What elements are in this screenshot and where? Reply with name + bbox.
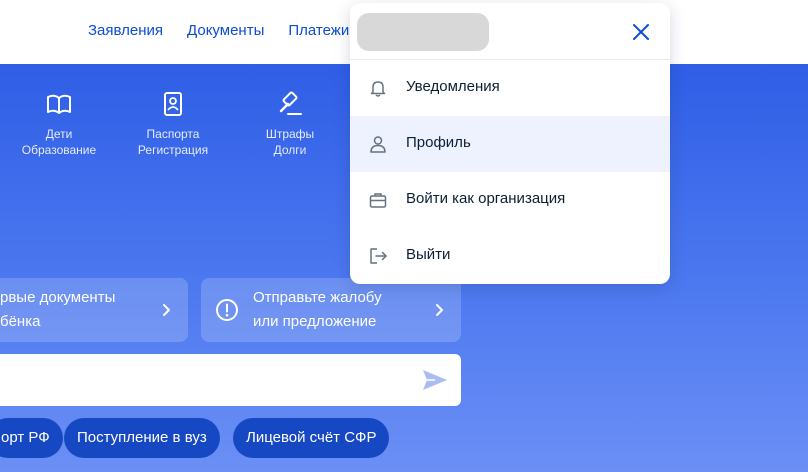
category-line2: Долги (273, 143, 307, 157)
card-text: рвые документы бёнка (0, 286, 115, 334)
menu-item-logout[interactable]: Выйти (350, 228, 670, 284)
menu-item-label: Выйти (406, 246, 451, 263)
nav-link-documents[interactable]: Документы (187, 22, 264, 39)
category-passports-registration[interactable]: Паспорта Регистрация (118, 90, 228, 158)
gavel-icon (279, 91, 302, 115)
user-name-placeholder (357, 13, 489, 51)
menu-item-login-as-organization[interactable]: Войти как организация (350, 172, 670, 228)
category-fines-debts[interactable]: Штрафы Долги (235, 90, 345, 158)
nav-link-applications[interactable]: Заявления (88, 22, 163, 39)
book-icon (47, 94, 71, 114)
menu-item-label: Профиль (406, 134, 471, 151)
menu-item-profile[interactable]: Профиль (350, 116, 670, 172)
passport-icon (164, 92, 182, 116)
menu-header (350, 3, 670, 60)
bell-icon (370, 81, 386, 97)
card-text: Отправьте жалобу или предложение (253, 286, 382, 334)
menu-item-notifications[interactable]: Уведомления (350, 60, 670, 116)
send-icon[interactable] (421, 367, 449, 393)
category-line1: Дети (45, 127, 73, 141)
chip-university-admission[interactable]: Поступление в вуз (64, 418, 220, 458)
chip-passport[interactable]: орт РФ (0, 418, 63, 458)
chip-sfr-account[interactable]: Лицевой счёт СФР (233, 418, 390, 458)
search-input[interactable] (0, 354, 461, 406)
nav-link-payments[interactable]: Платежи (288, 22, 349, 39)
top-nav: Заявления Документы Платежи (88, 22, 349, 39)
logout-icon (370, 248, 387, 264)
category-line1: Штрафы (265, 127, 315, 141)
user-icon (370, 136, 386, 153)
card-line1: Отправьте жалобу (253, 289, 382, 306)
category-children-education[interactable]: Дети Образование (4, 90, 114, 158)
menu-item-label: Уведомления (406, 78, 500, 95)
exclamation-circle-icon (216, 299, 238, 321)
chevron-right-icon (436, 304, 443, 316)
close-icon[interactable] (630, 21, 652, 43)
card-line1: рвые документы (0, 289, 116, 306)
card-line2: или предложение (253, 313, 377, 330)
card-first-documents[interactable]: рвые документы бёнка (0, 278, 188, 342)
card-complaint[interactable]: Отправьте жалобу или предложение (201, 278, 461, 342)
category-line2: Регистрация (137, 143, 209, 157)
card-line2: бёнка (0, 313, 41, 330)
chevron-right-icon (163, 304, 170, 316)
menu-item-label: Войти как организация (406, 190, 566, 207)
category-line2: Образование (21, 143, 97, 157)
briefcase-icon (369, 193, 387, 208)
category-line1: Паспорта (146, 127, 200, 141)
user-dropdown-menu: Уведомления Профиль Войти как организаци… (350, 3, 670, 284)
